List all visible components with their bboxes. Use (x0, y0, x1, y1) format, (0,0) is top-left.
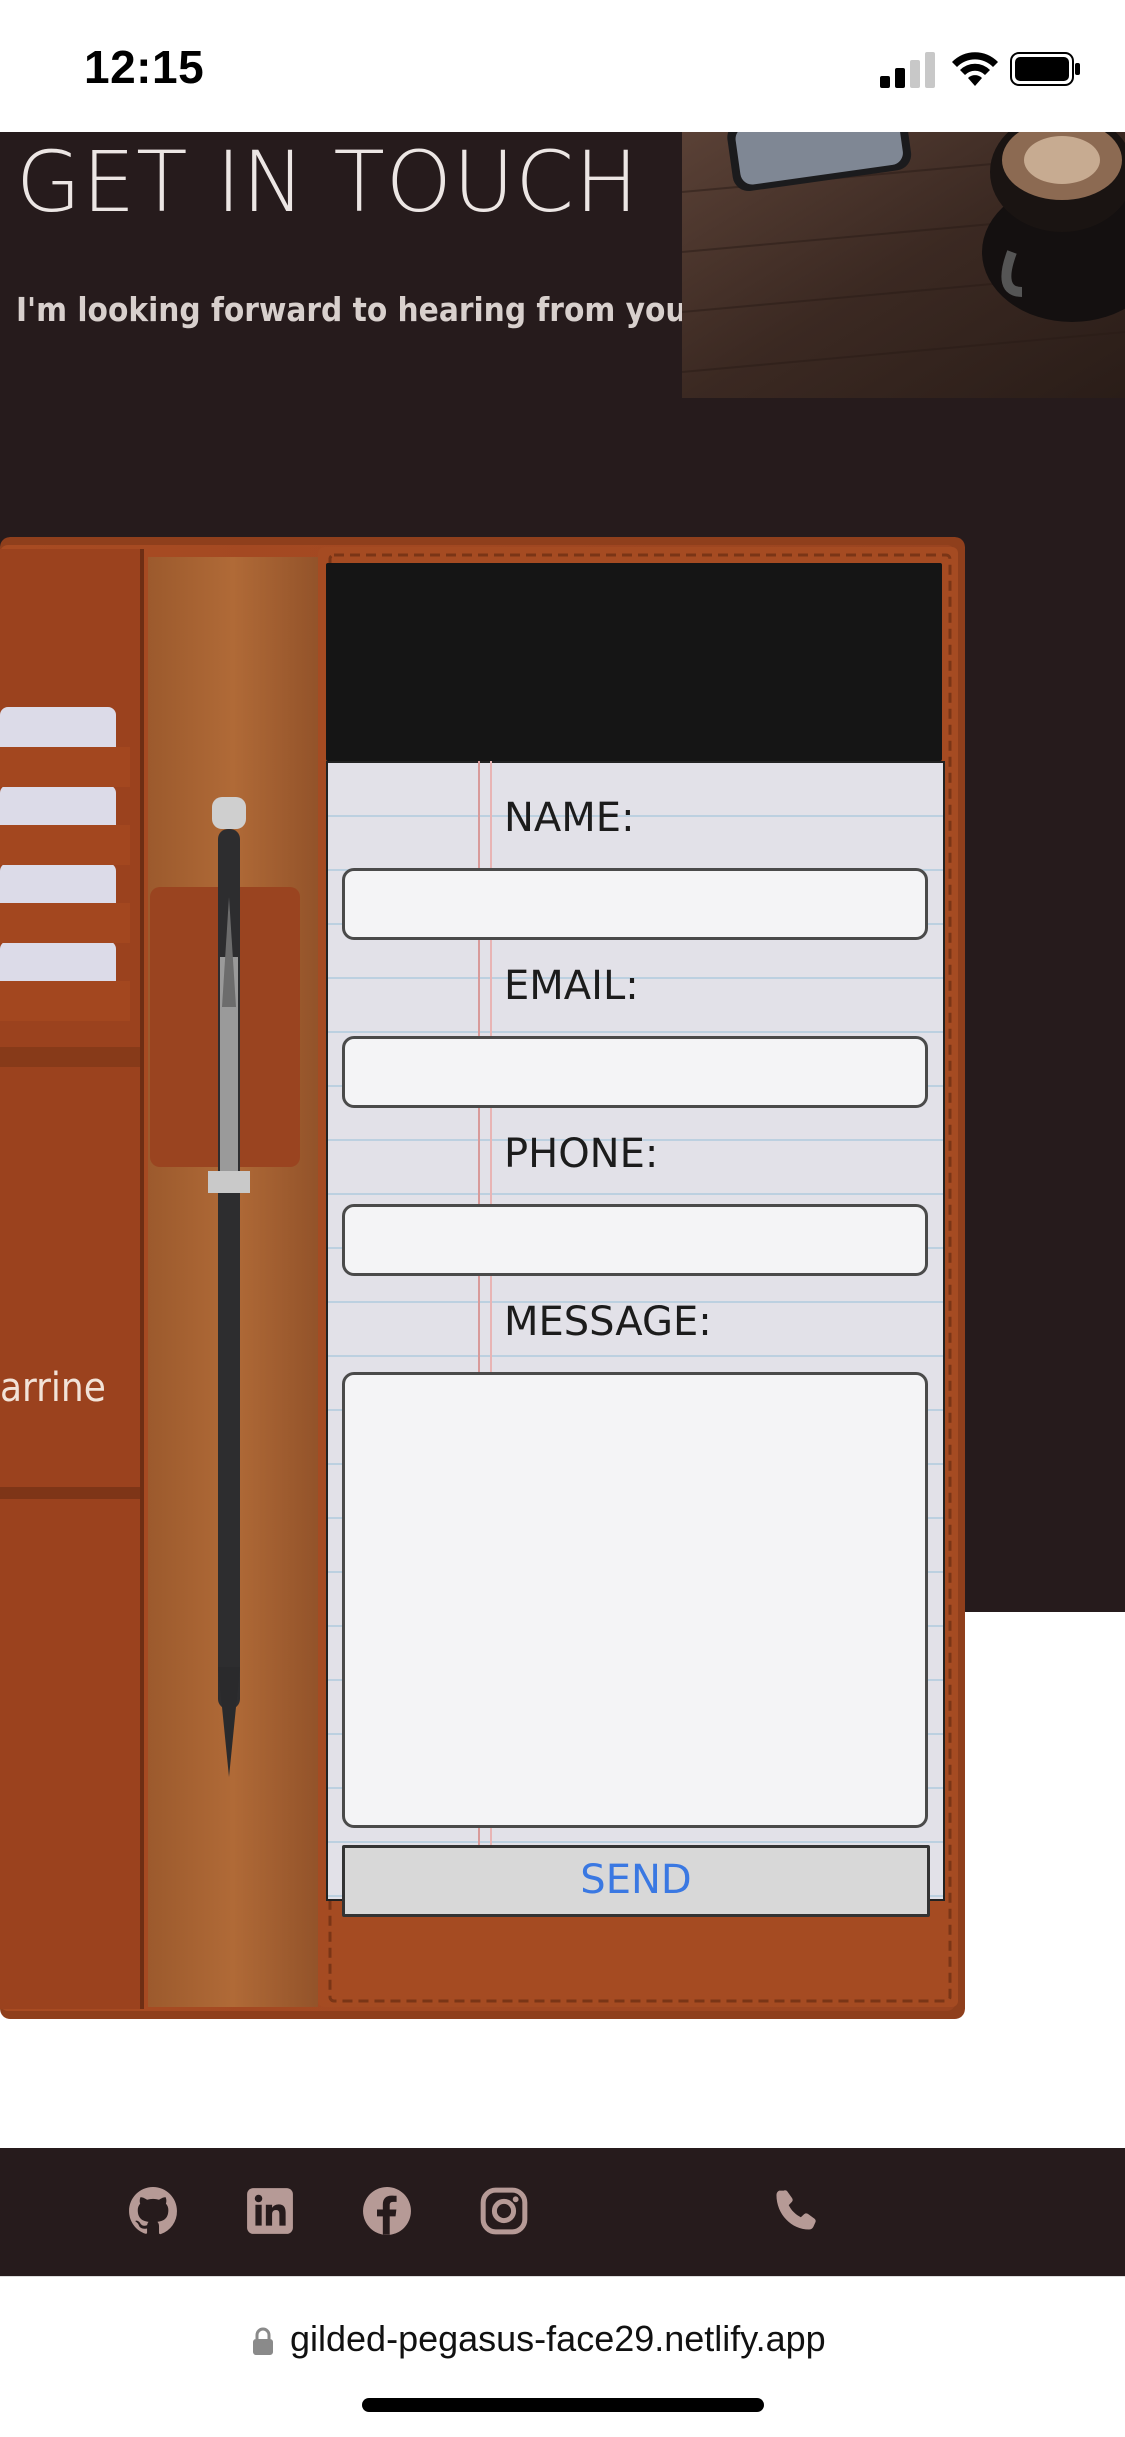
cellular-signal-icon (880, 52, 935, 88)
notepad-binding (326, 563, 942, 761)
name-input[interactable] (342, 868, 928, 940)
battery-icon (1010, 52, 1080, 86)
message-label: MESSAGE: (504, 1299, 712, 1345)
phone-input[interactable] (342, 1204, 928, 1276)
send-button[interactable]: SEND (342, 1845, 930, 1917)
coffee-phone-photo (682, 132, 1125, 398)
phone-icon[interactable] (768, 2184, 822, 2238)
lock-icon (253, 2327, 273, 2355)
organizer-text-fragment: arrine (0, 1365, 106, 1411)
page-title: GET IN TOUCH (16, 133, 640, 231)
facebook-icon[interactable] (360, 2184, 414, 2238)
home-indicator[interactable] (362, 2398, 764, 2412)
message-textarea[interactable] (342, 1372, 928, 1828)
status-bar: 12:15 (0, 0, 1125, 132)
wifi-icon (952, 52, 998, 86)
browser-url[interactable]: gilded-pegasus-face29.netlify.app (290, 2318, 826, 2360)
email-input[interactable] (342, 1036, 928, 1108)
email-label: EMAIL: (504, 963, 639, 1009)
instagram-icon[interactable] (477, 2184, 531, 2238)
name-label: NAME: (504, 795, 635, 841)
linkedin-icon[interactable] (243, 2184, 297, 2238)
status-time: 12:15 (84, 41, 205, 93)
phone-label: PHONE: (504, 1131, 659, 1177)
github-icon[interactable] (126, 2184, 180, 2238)
page-subtitle: I'm looking forward to hearing from you (16, 290, 687, 329)
